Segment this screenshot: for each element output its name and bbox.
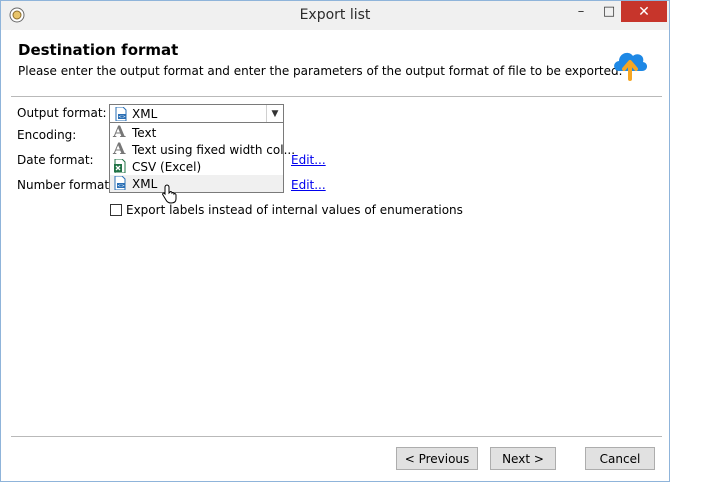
- next-button[interactable]: Next >: [490, 447, 556, 470]
- svg-text:<>: <>: [117, 183, 125, 189]
- output-format-label: Output format:: [17, 106, 107, 120]
- footer-divider: [11, 436, 662, 437]
- title-bar[interactable]: Export list – □ ✕: [1, 1, 669, 30]
- date-format-edit-link[interactable]: Edit...: [291, 153, 326, 167]
- xml-icon: <>: [115, 107, 127, 121]
- number-format-edit-link[interactable]: Edit...: [291, 178, 326, 192]
- cloud-upload-icon: [614, 52, 648, 81]
- close-button[interactable]: ✕: [621, 1, 667, 22]
- text-icon: A: [113, 139, 126, 158]
- xml-icon: <>: [114, 176, 126, 190]
- export-list-window: Export list – □ ✕ Destination format Ple…: [0, 0, 670, 482]
- export-labels-label[interactable]: Export labels instead of internal values…: [126, 203, 463, 217]
- encoding-label: Encoding:: [17, 128, 77, 142]
- cancel-button[interactable]: Cancel: [585, 447, 655, 470]
- svg-text:<>: <>: [118, 114, 126, 120]
- option-label: Text using fixed width col...: [132, 143, 296, 157]
- option-label: CSV (Excel): [132, 160, 202, 174]
- option-text[interactable]: A Text: [110, 124, 283, 141]
- output-format-value: XML: [132, 107, 158, 121]
- page-title: Destination format: [18, 41, 179, 59]
- option-label: XML: [132, 177, 158, 191]
- header-divider: [11, 96, 662, 97]
- page-subtitle: Please enter the output format and enter…: [18, 64, 623, 78]
- maximize-button[interactable]: □: [595, 1, 623, 22]
- date-format-label: Date format:: [17, 153, 94, 167]
- number-format-label: Number format:: [17, 178, 114, 192]
- text-icon: A: [113, 122, 126, 141]
- option-xml[interactable]: <> XML: [110, 175, 283, 192]
- chevron-down-icon[interactable]: ▼: [266, 105, 283, 122]
- wizard-header: Destination format Please enter the outp…: [1, 30, 669, 96]
- mouse-cursor-icon: [162, 184, 177, 204]
- option-csv-excel[interactable]: CSV (Excel): [110, 158, 283, 175]
- export-labels-checkbox[interactable]: [110, 204, 122, 216]
- output-format-dropdown-list: A Text A Text using fixed width col... C…: [109, 122, 295, 193]
- option-text-fixed-width[interactable]: A Text using fixed width col...: [110, 139, 295, 158]
- excel-icon: [114, 159, 126, 173]
- option-label: Text: [132, 126, 157, 140]
- previous-button[interactable]: < Previous: [396, 447, 478, 470]
- minimize-button[interactable]: –: [567, 1, 595, 22]
- output-format-select[interactable]: <> XML ▼: [109, 104, 284, 123]
